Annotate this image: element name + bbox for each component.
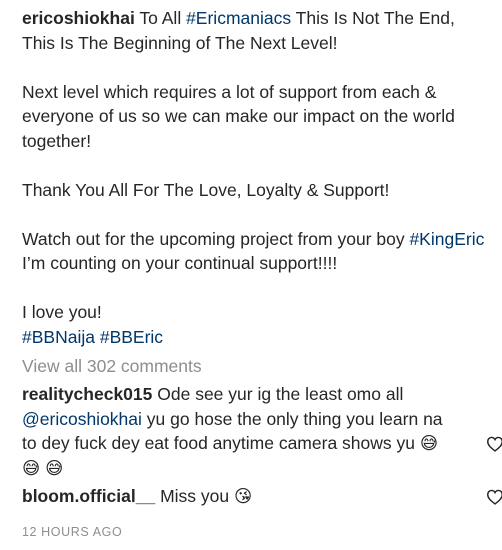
comment-text: Ode see yur ig the least omo all: [152, 384, 404, 404]
heart-outline-icon[interactable]: [486, 489, 502, 505]
heart-outline-icon[interactable]: [486, 436, 502, 452]
post-timestamp: 12 HOURS AGO: [22, 524, 123, 539]
caption-paragraph-2: Next level which requires a lot of suppo…: [22, 81, 455, 151]
post-author-username[interactable]: ericoshiokhai: [22, 8, 135, 28]
caption-intro-text: To All: [134, 8, 187, 28]
comment-item: bloom.official__ Miss you 😘: [22, 484, 502, 509]
comment-mention[interactable]: @ericoshiokhai: [22, 409, 142, 429]
comment-text: Miss you: [155, 486, 234, 506]
post-caption: ericoshiokhai To All #Ericmaniacs This I…: [22, 6, 486, 349]
post-container: ericoshiokhai To All #Ericmaniacs This I…: [0, 0, 502, 550]
comment-item: realitycheck015 Ode see yur ig the least…: [22, 382, 502, 480]
caption-paragraph-4-rest: I’m counting on your continual support!!…: [22, 253, 338, 273]
hashtag-ericmaniacs[interactable]: #Ericmaniacs: [186, 8, 291, 28]
caption-paragraph-4-start: Watch out for the upcoming project from …: [22, 228, 410, 249]
hashtag-kingeric[interactable]: #KingEric: [409, 229, 484, 249]
caption-love-text: I love you!: [22, 302, 102, 322]
caption-paragraph-4: Watch out for the upcoming project from …: [22, 227, 486, 276]
caption-paragraph-1: ericoshiokhai To All #Ericmaniacs This I…: [22, 6, 486, 55]
hashtag-bberic[interactable]: #BBEric: [100, 327, 163, 347]
comment-author-username[interactable]: realitycheck015: [22, 384, 152, 404]
hashtag-bbnaija[interactable]: #BBNaija: [22, 327, 95, 347]
view-all-comments-link[interactable]: View all 302 comments: [22, 354, 486, 378]
caption-paragraph-5: I love you! #BBNaija #BBEric: [22, 300, 486, 349]
comment-author-username[interactable]: bloom.official__: [22, 486, 155, 506]
caption-paragraph-3: Thank You All For The Love, Loyalty & Su…: [22, 179, 390, 200]
comment-emojis: 😘: [234, 486, 253, 506]
